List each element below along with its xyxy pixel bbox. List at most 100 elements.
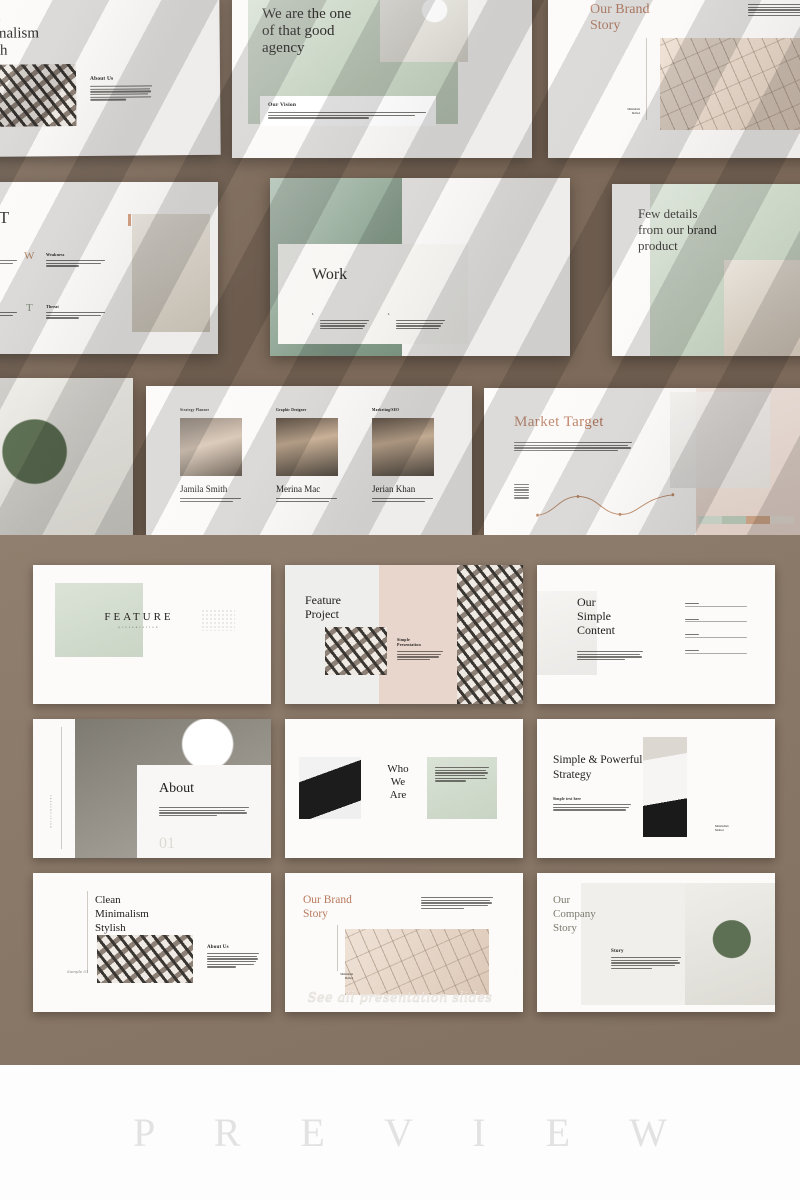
eyebrow-label: Simple text here: [553, 797, 582, 801]
grid-slide-who-we-are[interactable]: Who We Are: [285, 719, 523, 858]
member-name: Jerian Khan: [372, 484, 416, 494]
divider-line: [87, 891, 88, 973]
title-line-1: Who: [387, 763, 409, 775]
title-line-1: Our Brand: [303, 894, 352, 906]
body-copy: [46, 312, 106, 319]
mockup-slide-few-details[interactable]: Few details from our brand product: [612, 184, 800, 356]
bullet-2: Method: [715, 828, 724, 832]
market-target-title: Market Target: [514, 414, 604, 430]
caption-line-2: Method: [344, 976, 353, 980]
team-member[interactable]: Graphic Designer Merina Mac: [276, 408, 338, 503]
body-copy: [0, 260, 18, 267]
slide-title-line-3: agency: [262, 40, 305, 56]
tshirt-model-photo: [643, 737, 687, 837]
caption-line-2: Method: [631, 111, 640, 115]
tile-floor-photo: [345, 929, 489, 995]
accent-tick: [128, 214, 131, 226]
swot-title: SWOT: [0, 208, 11, 227]
mockup-slide-swot[interactable]: SWOT Strength Weakness Opportunity Threa…: [0, 182, 218, 354]
member-role: Strategy Planner: [180, 408, 210, 412]
member-role: Graphic Designer: [276, 408, 307, 412]
slide-title-line-3: product: [638, 238, 678, 253]
preview-word: P R E V I E W: [132, 1110, 693, 1155]
grid-slide-simple-powerful-strategy[interactable]: Simple & Powerful Strategy Simple text h…: [537, 719, 775, 858]
title-line-2: Story: [303, 908, 328, 920]
work-item-number-2: 1.: [388, 313, 390, 316]
member-photo: [276, 418, 338, 476]
chart-y-axis: [514, 484, 536, 500]
title-line-3: Story: [553, 922, 577, 934]
marble-inset-photo: [325, 627, 387, 675]
list-item[interactable]: [685, 649, 747, 654]
divider-line: [337, 925, 338, 971]
marble-photo: [0, 64, 77, 128]
grid-slide-feature-project[interactable]: Feature Project Simple Presentation: [285, 565, 523, 704]
body-copy: [396, 320, 446, 330]
body-copy: [748, 4, 800, 17]
side-label: PRESENTATION: [49, 795, 52, 830]
preview-banner: P R E V I E W: [0, 1065, 800, 1200]
side-dots-label: · · · · ·: [240, 92, 243, 111]
side-label: · · ·: [514, 971, 517, 982]
mockup-slide-plant[interactable]: [0, 378, 133, 535]
content-list: [685, 603, 747, 655]
tile-floor-photo: [660, 38, 800, 130]
slide-title-line-2: from our brand: [638, 222, 717, 237]
slide-title-line-1: Our Brand: [590, 2, 650, 17]
title-line-2: Strategy: [553, 769, 592, 781]
corner-label: · · ·: [262, 731, 265, 742]
mockup-slide-clean-minimalism[interactable]: Clean Minimalism Stylish About Us: [0, 0, 221, 158]
mockup-slide-our-brand-story[interactable]: Our Brand Story Minimalism Method: [548, 0, 800, 158]
plant-pot-photo: [685, 883, 775, 1005]
body-copy: [268, 112, 428, 119]
list-item[interactable]: [685, 634, 747, 638]
member-photo: [180, 418, 242, 476]
plant-photo: [0, 378, 133, 535]
slide-title-line-1: Clean: [0, 8, 116, 26]
about-title: About: [159, 781, 194, 796]
title-line-2: Company: [553, 908, 596, 920]
body-copy: [320, 320, 370, 330]
swot-label-strength: Strength: [0, 252, 18, 257]
mockup-slide-work[interactable]: Work 1. 1. · · · ·: [270, 178, 570, 356]
sub-line-2: Presentation: [397, 642, 421, 647]
mockup-slide-agency[interactable]: We are the one of that good agency Our V…: [232, 0, 532, 158]
dot-pattern: [201, 609, 235, 631]
body-copy: [90, 85, 153, 101]
body-copy: [397, 651, 445, 661]
mockup-slide-team[interactable]: Strategy Planner Jamila Smith Graphic De…: [146, 386, 472, 535]
team-member[interactable]: Marketing/SEO Jerian Khan: [372, 408, 434, 503]
divider-line: [646, 38, 647, 120]
title-line-1: Our: [553, 894, 571, 906]
grid-slide-feature-cover[interactable]: FEATURE presentation: [33, 565, 271, 704]
title-line-3: Stylish: [95, 922, 126, 934]
swot-letter-t: T: [26, 302, 33, 314]
slide-grid-panel: FEATURE presentation Feature Project Sim…: [0, 535, 800, 1065]
title-line-1: Our: [577, 595, 596, 609]
grid-slide-about[interactable]: PRESENTATION About 01 · · ·: [33, 719, 271, 858]
body-copy: [180, 498, 242, 502]
title-line-1: Clean: [95, 894, 121, 906]
team-member[interactable]: Strategy Planner Jamila Smith: [180, 408, 242, 503]
body-copy: [514, 442, 632, 452]
see-all-slides-label[interactable]: See all presentation slides: [0, 990, 800, 1005]
mockup-slide-market-target[interactable]: Market Target: [484, 388, 800, 535]
title-line-2: Simple: [577, 609, 612, 623]
body-copy: [372, 498, 434, 502]
list-item[interactable]: [685, 603, 747, 607]
grid-slide-our-simple-content[interactable]: Our Simple Content: [537, 565, 775, 704]
swot-label-threat: Threat: [46, 304, 59, 309]
title-line-3: Content: [577, 623, 615, 637]
left-strip: [33, 719, 75, 858]
marble-photo: [457, 565, 523, 704]
product-card-photo: [132, 214, 210, 332]
y-tick-labels: [514, 484, 536, 499]
member-name: Jamila Smith: [180, 484, 228, 494]
slide-title-line-2: Minimalism: [0, 25, 40, 43]
swot-label-weakness: Weakness: [46, 252, 65, 257]
side-dots-label: · · · ·: [276, 308, 279, 323]
pink-panel: [379, 565, 457, 704]
swot-letter-w: W: [24, 250, 35, 262]
list-item[interactable]: [685, 618, 747, 623]
slide-title-line-2: of that good: [262, 23, 335, 39]
